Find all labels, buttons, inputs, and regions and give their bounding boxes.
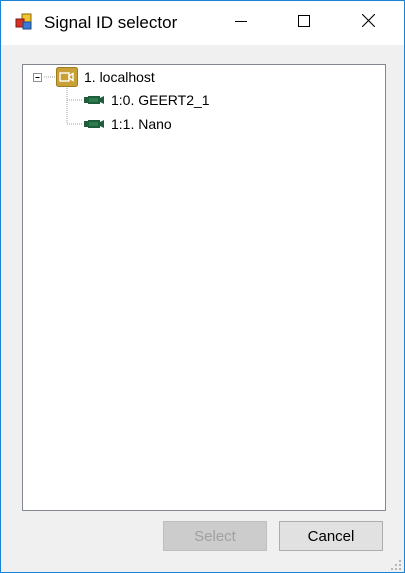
maximize-icon: [298, 14, 310, 32]
close-button[interactable]: [345, 1, 391, 45]
tree-node-label: 1:1. Nano: [111, 116, 172, 132]
dialog-window: Signal ID selector 1. localhost 1:0. GEE…: [0, 0, 405, 573]
collapse-toggle-icon[interactable]: [31, 71, 44, 84]
app-icon: [15, 13, 33, 31]
video-camera-icon: [83, 93, 105, 107]
tree-node-label: 1:0. GEERT2_1: [111, 92, 210, 108]
tree-node-signal[interactable]: 1:1. Nano: [83, 114, 172, 134]
resize-grip-icon[interactable]: [390, 558, 402, 570]
maximize-button[interactable]: [281, 1, 327, 45]
minimize-button[interactable]: [218, 1, 264, 45]
minimize-icon: [235, 14, 247, 32]
tree-connector-lines: [44, 76, 83, 125]
tree-node-localhost[interactable]: 1. localhost: [31, 67, 155, 87]
title-bar[interactable]: Signal ID selector: [1, 1, 404, 45]
video-camera-icon: [83, 117, 105, 131]
camera-icon: [56, 67, 78, 87]
select-button[interactable]: Select: [163, 521, 267, 551]
signal-tree-view[interactable]: 1. localhost 1:0. GEERT2_1 1:1. Nano: [22, 64, 386, 511]
tree-node-signal[interactable]: 1:0. GEERT2_1: [83, 90, 210, 110]
tree-node-label: 1. localhost: [84, 69, 155, 85]
window-title: Signal ID selector: [44, 13, 178, 32]
cancel-button[interactable]: Cancel: [279, 521, 383, 551]
close-icon: [361, 13, 375, 32]
